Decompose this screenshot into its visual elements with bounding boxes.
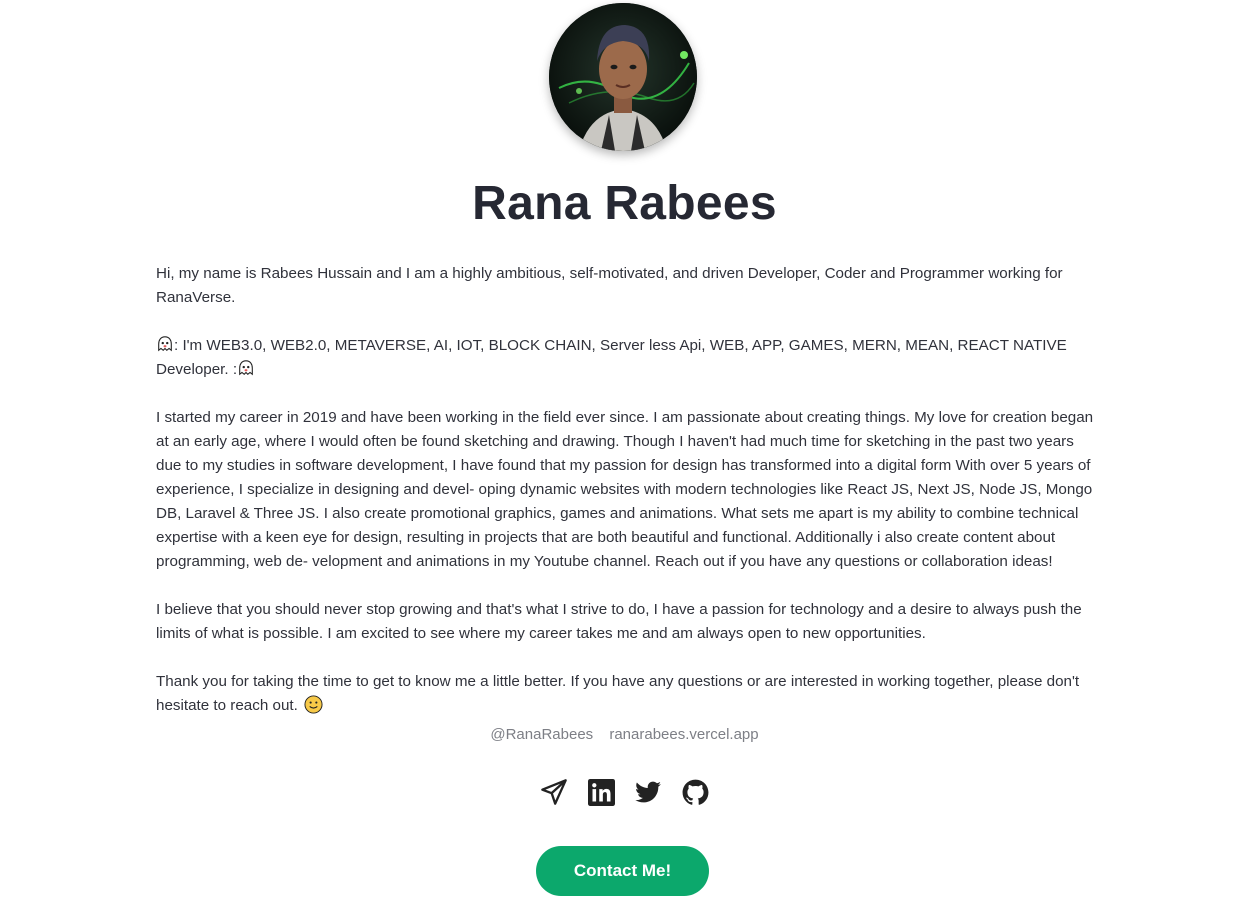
linkedin-icon (587, 778, 615, 806)
social-links (540, 778, 710, 808)
avatar-photo (549, 3, 697, 151)
bio-paragraph-growth: I believe that you should never stop gro… (156, 601, 1082, 642)
ghost-icon (239, 360, 253, 376)
twitter-button[interactable] (635, 778, 663, 806)
thanks-text: Thank you for taking the time to get to … (156, 673, 1080, 714)
avatar (549, 3, 697, 151)
send-icon (541, 779, 567, 805)
linkedin-button[interactable] (587, 778, 615, 806)
send-button[interactable] (540, 778, 568, 806)
ghost-icon (158, 336, 172, 352)
smile-emoji-icon (304, 695, 323, 714)
contact-links: @RanaRabees ranarabees.vercel.app (0, 726, 1249, 743)
bio-section: Hi, my name is Rabees Hussain and I am a… (156, 262, 1096, 742)
profile-name: Rana Rabees (472, 177, 777, 230)
bio-paragraph-skills: : I'm WEB3.0, WEB2.0, METAVERSE, AI, IOT… (156, 334, 1096, 382)
contact-me-button[interactable]: Contact Me! (536, 846, 709, 896)
github-button[interactable] (682, 778, 710, 806)
website-link[interactable]: ranarabees.vercel.app (609, 726, 758, 743)
github-icon (683, 779, 709, 805)
bio-paragraph-intro: Hi, my name is Rabees Hussain and I am a… (156, 265, 1063, 306)
bio-paragraph-career: I started my career in 2019 and have bee… (156, 409, 1094, 570)
handle-link[interactable]: @RanaRabees (490, 726, 593, 743)
twitter-icon (635, 781, 662, 802)
bio-paragraph-thanks: Thank you for taking the time to get to … (156, 670, 1096, 718)
profile-page: Rana Rabees Hi, my name is Rabees Hussai… (0, 0, 1249, 901)
skills-text: : I'm WEB3.0, WEB2.0, METAVERSE, AI, IOT… (156, 337, 1067, 378)
